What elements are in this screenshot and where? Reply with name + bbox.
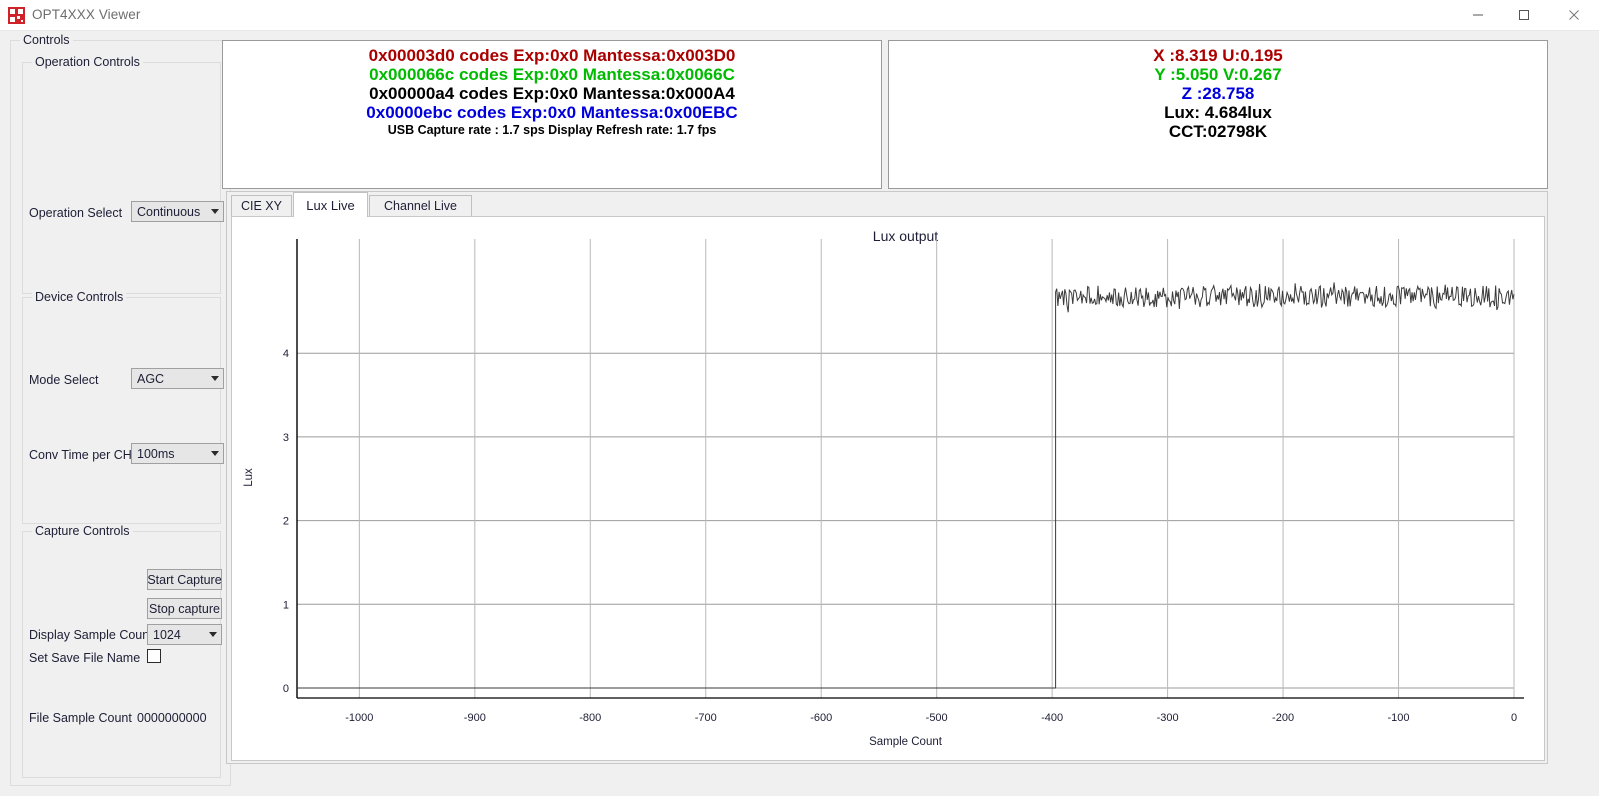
xyz-readout-line-0: X :8.319 U:0.195 <box>889 46 1547 65</box>
mode-select-dropdown[interactable]: AGC <box>131 368 224 389</box>
chevron-down-icon <box>206 202 223 221</box>
set-save-file-name-checkbox[interactable] <box>147 649 161 663</box>
svg-text:-200: -200 <box>1272 712 1294 724</box>
set-save-file-name-label: Set Save File Name <box>29 651 140 665</box>
y-axis-label: Lux <box>243 468 255 487</box>
conv-time-label: Conv Time per CH <box>29 448 132 462</box>
svg-text:4: 4 <box>283 348 289 360</box>
tab-page-lux-live: Lux output01234-1000-900-800-700-600-500… <box>231 216 1545 761</box>
device-controls-group: Device Controls Mode Select AGC Conv Tim… <box>22 297 221 524</box>
display-sample-count-dropdown[interactable]: 1024 <box>147 624 222 645</box>
codes-readout-line-0: 0x00003d0 codes Exp:0x0 Mantessa:0x003D0 <box>223 46 881 65</box>
svg-text:-400: -400 <box>1041 712 1063 724</box>
svg-text:-300: -300 <box>1157 712 1179 724</box>
svg-text:-700: -700 <box>695 712 717 724</box>
xyz-readout-line-2: Z :28.758 <box>889 84 1547 103</box>
stop-capture-button[interactable]: Stop capture <box>147 598 222 619</box>
maximize-icon <box>1518 9 1530 21</box>
conv-time-dropdown[interactable]: 100ms <box>131 443 224 464</box>
chart-title: Lux output <box>873 228 938 244</box>
codes-readout-line-3: 0x0000ebc codes Exp:0x0 Mantessa:0x00EBC <box>223 103 881 122</box>
svg-text:0: 0 <box>1511 712 1517 724</box>
svg-text:-500: -500 <box>926 712 948 724</box>
chevron-down-icon <box>204 625 221 644</box>
display-sample-count-label: Display Sample Count <box>29 628 153 642</box>
operation-controls-group: Operation Controls Operation Select Cont… <box>22 62 221 294</box>
codes-readout-line-2: 0x00000a4 codes Exp:0x0 Mantessa:0x000A4 <box>223 84 881 103</box>
chevron-down-icon <box>206 369 223 388</box>
device-controls-title: Device Controls <box>32 290 126 304</box>
chart-tick-labels: 01234-1000-900-800-700-600-500-400-300-2… <box>283 348 1517 724</box>
chevron-down-icon <box>206 444 223 463</box>
tab-channel-live[interactable]: Channel Live <box>369 195 472 216</box>
xyz-readout-line-1: Y :5.050 V:0.267 <box>889 65 1547 84</box>
operation-select-value: Continuous <box>137 205 206 219</box>
display-sample-count-value: 1024 <box>153 628 204 642</box>
window-titlebar: OPT4XXX Viewer <box>0 0 1599 31</box>
conv-time-value: 100ms <box>137 447 206 461</box>
operation-select-label: Operation Select <box>29 206 122 220</box>
svg-text:3: 3 <box>283 432 289 444</box>
xyz-readout-lines: X :8.319 U:0.195Y :5.050 V:0.267Z :28.75… <box>889 41 1547 141</box>
minimize-button[interactable] <box>1455 0 1501 30</box>
tab-container: CIE XYLux LiveChannel Live Lux output 0 1 2… <box>226 191 1548 764</box>
close-icon <box>1568 9 1580 21</box>
capture-controls-title: Capture Controls <box>32 524 133 538</box>
file-sample-count-value: 0000000000 <box>137 711 207 725</box>
codes-readout-line-1: 0x000066c codes Exp:0x0 Mantessa:0x0066C <box>223 65 881 84</box>
tab-lux-live[interactable]: Lux Live <box>293 192 368 217</box>
minimize-icon <box>1472 9 1484 21</box>
tab-cie-xy[interactable]: CIE XY <box>231 195 292 216</box>
close-button[interactable] <box>1551 0 1597 30</box>
chart-gridlines <box>297 239 1514 698</box>
mode-select-value: AGC <box>137 372 206 386</box>
file-sample-count-label: File Sample Count <box>29 711 132 725</box>
svg-text:-600: -600 <box>810 712 832 724</box>
svg-text:0: 0 <box>283 683 289 695</box>
svg-text:-900: -900 <box>464 712 486 724</box>
capture-controls-group: Capture Controls Start Capture Stop capt… <box>22 531 221 778</box>
lux-data-trace <box>297 282 1514 688</box>
svg-text:1: 1 <box>283 599 289 611</box>
operation-controls-title: Operation Controls <box>32 55 143 69</box>
codes-readout-panel: 0x00003d0 codes Exp:0x0 Mantessa:0x003D0… <box>222 40 882 189</box>
xyz-readout-panel: X :8.319 U:0.195Y :5.050 V:0.267Z :28.75… <box>888 40 1548 189</box>
maximize-button[interactable] <box>1501 0 1547 30</box>
controls-group: Controls Operation Controls Operation Se… <box>10 40 231 786</box>
mode-select-label: Mode Select <box>29 373 98 387</box>
main-body: Controls Operation Controls Operation Se… <box>0 31 1599 796</box>
x-axis-label: Sample Count <box>869 736 943 748</box>
codes-readout-lines: 0x00003d0 codes Exp:0x0 Mantessa:0x003D0… <box>223 41 881 139</box>
app-icon <box>8 7 25 24</box>
window-title: OPT4XXX Viewer <box>32 7 140 22</box>
svg-text:-100: -100 <box>1388 712 1410 724</box>
controls-group-title: Controls <box>20 33 73 47</box>
codes-readout-line-4: USB Capture rate : 1.7 sps Display Refre… <box>223 122 881 139</box>
svg-text:-1000: -1000 <box>345 712 373 724</box>
chart-axes <box>297 239 1524 698</box>
svg-text:2: 2 <box>283 516 289 528</box>
start-capture-button[interactable]: Start Capture <box>147 569 222 590</box>
lux-output-chart: Lux output01234-1000-900-800-700-600-500… <box>232 217 1546 762</box>
operation-select-dropdown[interactable]: Continuous <box>131 201 224 222</box>
xyz-readout-line-4: CCT:02798K <box>889 122 1547 141</box>
xyz-readout-line-3: Lux: 4.684lux <box>889 103 1547 122</box>
svg-text:-800: -800 <box>579 712 601 724</box>
